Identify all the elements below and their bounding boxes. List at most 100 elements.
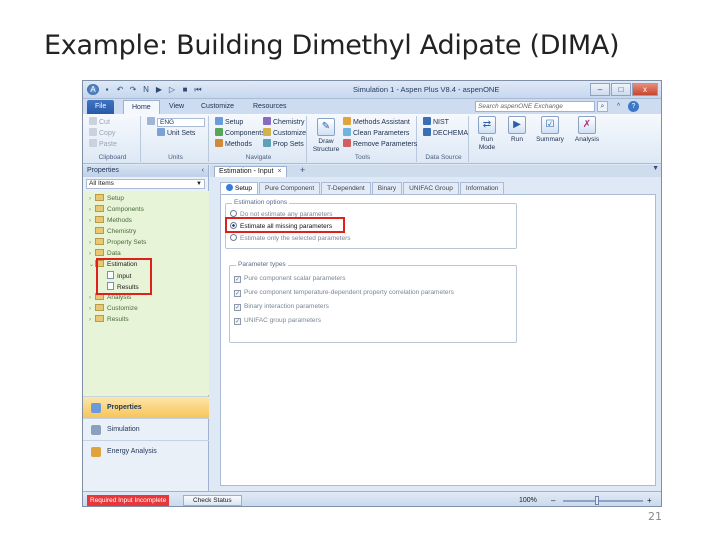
navigation-tree: › Setup › Components › Methods Chemistry › P… — [83, 191, 209, 395]
methods-icon — [215, 139, 223, 147]
cut-button[interactable]: Cut — [89, 117, 110, 127]
customize-button[interactable]: Customize — [263, 128, 306, 138]
run-button[interactable]: ▶ Run — [503, 116, 531, 144]
analysis-button[interactable]: ✗ Analysis — [571, 116, 603, 144]
tab-t-dependent[interactable]: T-Dependent — [321, 182, 371, 194]
components-button[interactable]: Components — [215, 128, 265, 138]
nav-simulation[interactable]: Simulation — [83, 418, 209, 440]
window-title: Simulation 1 - Aspen Plus V8.4 - aspenON… — [353, 85, 500, 94]
search-input[interactable]: Search aspenONE Exchange — [475, 101, 595, 112]
aspen-plus-window: A ▪ ↶ ↷ N ▶ ▷ ■ ⏮ Simulation 1 - Aspen P… — [82, 80, 662, 507]
data-source-group-label: Data Source — [425, 154, 462, 161]
tab-setup[interactable]: Setup — [220, 182, 258, 194]
tab-resources[interactable]: Resources — [245, 100, 294, 114]
zoom-in-button[interactable]: + — [647, 495, 652, 506]
step-icon[interactable]: ▷ — [167, 84, 177, 95]
tab-unifac-group[interactable]: UNIFAC Group — [403, 182, 459, 194]
new-tab-icon[interactable]: + — [300, 165, 305, 175]
draw-structure-button[interactable]: ✎ Draw Structure — [311, 118, 341, 154]
required-input-status: Required Input Incomplete — [87, 495, 170, 506]
tree-filter-select[interactable]: All Items ▼ — [86, 179, 205, 189]
prop-sets-button[interactable]: Prop Sets — [263, 139, 304, 149]
data-source-group: NIST DECHEMA Data Source — [419, 116, 469, 162]
slide-page-number: 21 — [648, 510, 662, 523]
folder-icon — [95, 315, 104, 322]
app-logo-icon[interactable]: A — [87, 84, 99, 95]
components-icon — [215, 128, 223, 136]
remove-parameters-button[interactable]: Remove Parameters — [343, 139, 417, 149]
tree-item-customize[interactable]: › Customize — [89, 304, 138, 314]
units-group-label: Units — [168, 154, 183, 161]
tree-item-methods[interactable]: › Methods — [89, 216, 132, 226]
clean-parameters-button[interactable]: Clean Parameters — [343, 128, 409, 138]
status-ok-icon — [226, 184, 233, 191]
radio-icon[interactable] — [230, 210, 237, 217]
tab-file[interactable]: File — [87, 100, 115, 114]
undo-icon[interactable]: ↶ — [115, 84, 125, 95]
close-tab-icon[interactable]: × — [277, 168, 281, 175]
param-binary-interaction: ✓ Binary interaction parameters — [234, 303, 329, 311]
nist-button[interactable]: NIST — [423, 117, 449, 127]
chemistry-button[interactable]: Chemistry — [263, 117, 305, 127]
maximize-button[interactable]: □ — [611, 83, 631, 96]
tab-customize[interactable]: Customize — [193, 100, 242, 114]
check-status-button[interactable]: Check Status — [183, 495, 242, 506]
tab-information[interactable]: Information — [459, 182, 505, 194]
search-icon[interactable]: ⌕ — [597, 101, 608, 112]
save-icon[interactable]: ▪ — [102, 84, 112, 95]
highlight-box-estimate-all — [225, 217, 345, 233]
checkbox-checked-icon: ✓ — [234, 276, 241, 283]
unit-set-select[interactable]: ENG — [147, 117, 205, 127]
methods-button[interactable]: Methods — [215, 139, 252, 149]
folder-icon — [95, 205, 104, 212]
help-icon[interactable]: ? — [628, 101, 639, 112]
tab-home[interactable]: Home — [123, 100, 160, 114]
nav-properties[interactable]: Properties — [83, 396, 209, 418]
tree-item-components[interactable]: › Components — [89, 205, 144, 215]
run-mode-button[interactable]: ⇄ Run Mode — [473, 116, 501, 152]
next-icon[interactable]: N — [141, 84, 151, 95]
folder-icon — [95, 216, 104, 223]
redo-icon[interactable]: ↷ — [128, 84, 138, 95]
pane-close-icon[interactable]: ‹ — [202, 165, 204, 177]
copy-button[interactable]: Copy — [89, 128, 115, 138]
option-estimate-selected[interactable]: Estimate only the selected parameters — [230, 234, 351, 244]
tree-item-setup[interactable]: › Setup — [89, 194, 124, 204]
document-tabs: Estimation - Input × + ▼ — [210, 165, 661, 177]
checkbox-checked-icon: ✓ — [234, 290, 241, 297]
setup-button[interactable]: Setup — [215, 117, 243, 127]
nav-energy-analysis[interactable]: Energy Analysis — [83, 440, 209, 462]
zoom-slider-thumb[interactable] — [595, 496, 599, 505]
zoom-out-button[interactable]: – — [551, 495, 555, 506]
clipboard-group: Cut Copy Paste Clipboard — [85, 116, 141, 162]
dechema-button[interactable]: DECHEMA — [423, 128, 468, 138]
radio-icon[interactable] — [230, 234, 237, 241]
summary-button[interactable]: ☑ Summary — [533, 116, 567, 144]
tab-list-dropdown-icon[interactable]: ▼ — [652, 165, 659, 172]
paste-button[interactable]: Paste — [89, 139, 117, 149]
tab-view[interactable]: View — [161, 100, 192, 114]
tab-estimation-input[interactable]: Estimation - Input × — [214, 166, 287, 177]
tab-binary[interactable]: Binary — [371, 182, 403, 194]
methods-assistant-button[interactable]: Methods Assistant — [343, 117, 410, 127]
minimize-ribbon-icon[interactable]: ^ — [613, 101, 624, 112]
zoom-slider[interactable] — [563, 500, 643, 502]
unit-sets-button[interactable]: Unit Sets — [157, 128, 195, 138]
chemistry-icon — [263, 117, 271, 125]
reset-icon[interactable]: ⏮ — [193, 84, 203, 95]
stop-icon[interactable]: ■ — [180, 84, 190, 95]
chevron-down-icon: ▼ — [196, 181, 202, 187]
slide-title: Example: Building Dimethyl Adipate (DIMA… — [44, 30, 620, 61]
tree-item-property-sets[interactable]: › Property Sets — [89, 238, 146, 248]
tools-group-label: Tools — [354, 154, 371, 161]
run-icon[interactable]: ▶ — [154, 84, 164, 95]
nist-icon — [423, 117, 431, 125]
tree-item-results-folder[interactable]: › Results — [89, 315, 129, 325]
tab-pure-component[interactable]: Pure Component — [259, 182, 321, 194]
units-icon — [147, 117, 155, 125]
close-button[interactable]: x — [632, 83, 658, 96]
properties-pane-header: Properties ‹ — [83, 165, 208, 177]
tree-item-chemistry[interactable]: Chemistry — [89, 227, 136, 237]
minimize-button[interactable]: – — [590, 83, 610, 96]
folder-icon — [95, 194, 104, 201]
